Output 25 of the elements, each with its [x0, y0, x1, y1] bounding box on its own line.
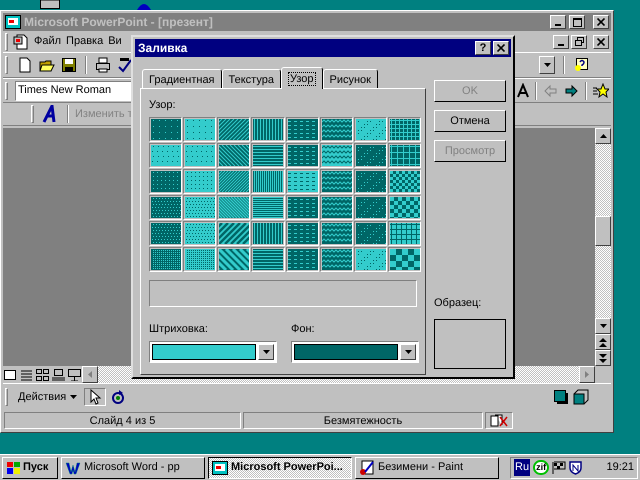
tab[interactable]: Градиентная	[142, 69, 222, 88]
design-template-name: Безмятежность	[243, 412, 483, 428]
menu-item[interactable]: Ви	[108, 33, 122, 50]
window-title: Microsoft PowerPoint - [презент]	[24, 14, 214, 31]
start-button[interactable]: Пуск	[2, 456, 58, 478]
taskbar-button[interactable]: Безимени - Paint	[355, 456, 499, 478]
tab[interactable]: Текстура	[222, 69, 281, 88]
pattern-label: Узор:	[149, 98, 177, 113]
tab[interactable]: Узор	[280, 67, 322, 89]
actions-menu-button[interactable]: Действия	[15, 388, 80, 406]
clock: 19:21	[606, 460, 634, 476]
dialog-button[interactable]: Отмена	[434, 110, 506, 132]
taskbar-button[interactable]: Microsoft PowerPoi...	[208, 456, 352, 478]
menu-item[interactable]: Файл	[34, 33, 62, 50]
language-indicator[interactable]: Ru	[514, 459, 530, 476]
field-label: Фон:	[291, 322, 316, 336]
dialog-title: Заливка	[138, 40, 188, 57]
field-label: Штриховка:	[149, 322, 209, 336]
menu-item[interactable]: Правка	[66, 33, 104, 50]
taskbar-button[interactable]: Microsoft Word - pp	[61, 456, 205, 478]
tab[interactable]: Рисунок	[322, 69, 378, 88]
tray-app-icon[interactable]: zif	[533, 460, 550, 475]
help-button[interactable]: ?	[475, 41, 491, 55]
slide-counter: Слайд 4 из 5	[4, 412, 241, 428]
sample-label: Образец:	[434, 296, 482, 310]
